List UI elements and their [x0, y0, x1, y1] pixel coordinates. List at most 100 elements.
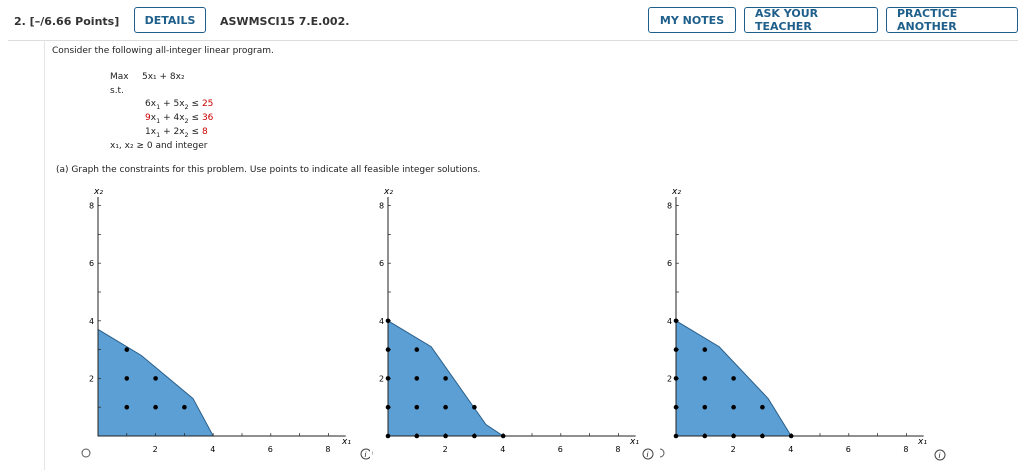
feasible-integer-point: [414, 433, 420, 439]
nonnegativity-constraint: x₁, x₂ ≥ 0 and integer: [110, 141, 208, 151]
svg-text:i: i: [365, 451, 367, 459]
feasible-integer-point: [760, 404, 765, 410]
graph-1[interactable]: x₂ 2 4 6 8 2 4 6 8 x₁ i: [80, 182, 370, 467]
feasible-integer-point: [760, 433, 765, 439]
y-axis-label: x₂: [671, 187, 681, 197]
feasible-integer-point: [124, 376, 130, 381]
x-tick-label: 4: [500, 445, 505, 454]
x-axis-label: x₁: [917, 437, 927, 447]
x-tick-label: 4: [788, 445, 793, 454]
info-icon[interactable]: i: [360, 448, 370, 460]
feasible-integer-point: [500, 433, 506, 439]
x-axis-label: x₁: [341, 437, 351, 447]
svg-text:i: i: [939, 452, 941, 460]
svg-text:i: i: [647, 451, 649, 459]
x-tick-label: 8: [615, 445, 620, 454]
feasible-integer-point: [153, 376, 158, 381]
graph-3[interactable]: x₂ 2 4 6 8 2 4 6 8 x₁ i: [660, 182, 950, 467]
x-tick-label: 4: [210, 445, 215, 454]
feasible-integer-point: [472, 433, 477, 439]
feasible-integer-point: [182, 404, 187, 410]
constraint-1-c2: 5: [173, 99, 180, 109]
question-intro: Consider the following all-integer linea…: [52, 46, 274, 56]
origin-point-tool[interactable]: [81, 448, 91, 458]
y-tick-label: 4: [89, 317, 94, 326]
objective-function: 5x₁ + 8x₂: [142, 72, 185, 82]
y-tick-label: 8: [379, 202, 384, 211]
constraint-1-rhs: 25: [201, 99, 214, 109]
x-axis-label: x₁: [629, 437, 639, 447]
feasible-integer-point: [702, 347, 708, 352]
constraint-2: 9x1 + 4x2 ≤ 36: [145, 113, 214, 125]
x-tick-label: 8: [903, 445, 908, 454]
info-icon[interactable]: i: [642, 448, 654, 460]
origin-point-tool[interactable]: [660, 448, 665, 458]
constraint-1-c1: 6: [145, 99, 151, 109]
feasible-integer-point: [731, 433, 736, 439]
y-tick-label: 4: [667, 317, 672, 326]
feasible-integer-point: [702, 404, 708, 410]
info-icon[interactable]: i: [934, 449, 946, 461]
feasible-integer-point: [673, 318, 679, 324]
y-tick-label: 8: [89, 202, 94, 211]
y-tick-label: 6: [89, 259, 94, 268]
x-tick-label: 6: [846, 445, 851, 454]
feasible-integer-point: [443, 376, 448, 381]
feasible-integer-point: [385, 404, 391, 410]
y-tick-label: 6: [379, 259, 384, 268]
constraint-2-rhs: 36: [201, 113, 214, 123]
feasible-integer-point: [414, 404, 420, 410]
feasible-integer-point: [414, 347, 420, 352]
x-tick-label: 6: [558, 445, 563, 454]
feasible-integer-point: [385, 433, 391, 439]
feasible-integer-point: [124, 347, 130, 352]
y-tick-label: 8: [667, 202, 672, 211]
constraint-1: 6x1 + 5x2 ≤ 25: [145, 99, 214, 111]
part-a-prompt: (a) Graph the constraints for this probl…: [56, 165, 481, 175]
graph-2[interactable]: x₂ 2 4 6 8 2 4 6 8 x₁ i: [372, 182, 660, 467]
constraint-3-c2: 2: [173, 127, 180, 137]
y-tick-label: 2: [379, 374, 384, 383]
feasible-integer-point: [385, 376, 391, 381]
y-axis-label: x₂: [93, 187, 103, 197]
feasible-integer-point: [673, 347, 679, 352]
feasible-integer-point: [153, 404, 158, 410]
constraint-2-c1: 9: [145, 113, 151, 123]
x-tick-label: 2: [443, 445, 448, 454]
feasible-integer-point: [385, 347, 391, 352]
feasible-integer-point: [443, 404, 448, 410]
feasible-integer-point: [673, 404, 679, 410]
max-label: Max: [110, 72, 129, 82]
x-tick-label: 8: [325, 445, 330, 454]
feasible-integer-point: [124, 404, 130, 410]
feasible-integer-point: [673, 433, 679, 439]
constraint-3-c1: 1: [145, 127, 151, 137]
practice-another-button[interactable]: PRACTICE ANOTHER: [886, 7, 1018, 33]
feasible-integer-point: [702, 376, 708, 381]
question-header: 2. [–/6.66 Points] DETAILS ASWMSCI15 7.E…: [8, 4, 1018, 41]
constraint-2-c2: 4: [173, 113, 180, 123]
constraint-3-rhs: 8: [201, 127, 208, 137]
y-tick-label: 2: [89, 374, 94, 383]
feasible-integer-point: [731, 376, 736, 381]
x-tick-label: 2: [153, 445, 158, 454]
my-notes-button[interactable]: MY NOTES: [648, 7, 736, 33]
feasible-integer-point: [788, 433, 794, 439]
question-points: 2. [–/6.66 Points]: [14, 15, 120, 28]
details-button[interactable]: DETAILS: [134, 7, 206, 33]
y-tick-label: 4: [379, 317, 384, 326]
ask-teacher-button[interactable]: ASK YOUR TEACHER: [744, 7, 878, 33]
feasible-integer-point: [673, 376, 679, 381]
y-tick-label: 2: [667, 374, 672, 383]
constraint-3: 1x1 + 2x2 ≤ 8: [145, 127, 208, 139]
x-tick-label: 6: [268, 445, 273, 454]
feasible-integer-point: [443, 433, 448, 439]
feasible-integer-point: [731, 404, 736, 410]
y-tick-label: 6: [667, 259, 672, 268]
feasible-integer-point: [385, 318, 391, 324]
st-label: s.t.: [110, 86, 124, 96]
feasible-region: [97, 328, 215, 437]
feasible-integer-point: [702, 433, 708, 439]
x-tick-label: 2: [731, 445, 736, 454]
y-axis-label: x₂: [383, 187, 393, 197]
